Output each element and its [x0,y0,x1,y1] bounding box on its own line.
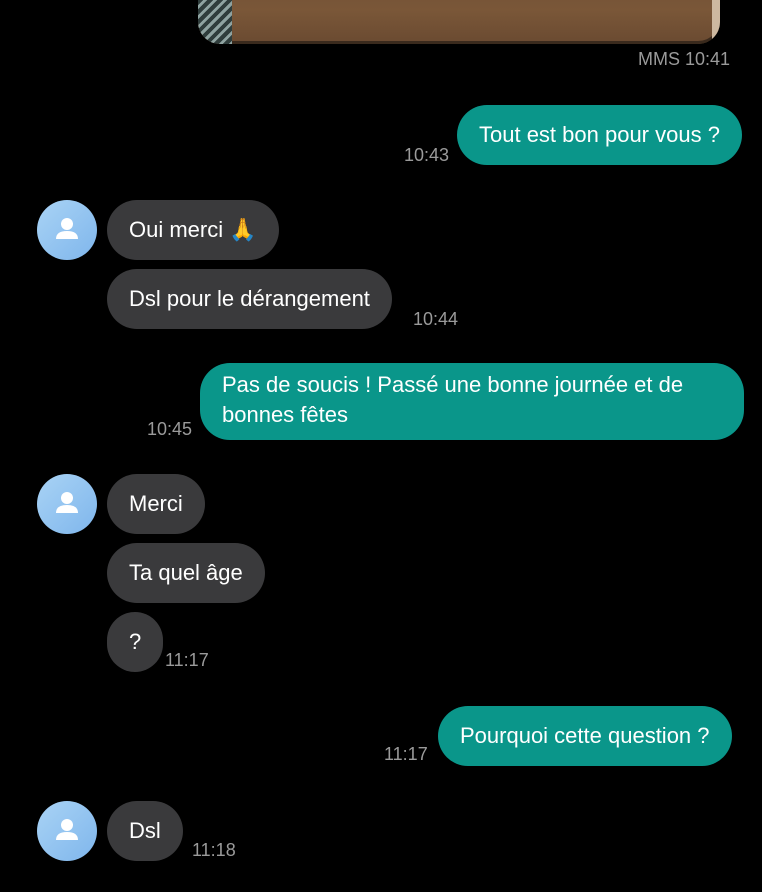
message-bubble-incoming[interactable]: Dsl [107,801,183,861]
contact-avatar[interactable] [37,474,97,534]
image-edge [712,0,720,44]
message-bubble-incoming[interactable]: Oui merci 🙏 [107,200,279,260]
message-time: 11:18 [192,840,236,860]
message-bubble-outgoing[interactable]: Pas de soucis ! Passé une bonne journée … [200,363,744,440]
person-icon [56,819,78,840]
message-bubble-incoming[interactable]: ? [107,612,164,672]
person-icon [56,492,78,513]
contact-avatar[interactable] [37,801,97,861]
person-icon [56,218,78,239]
message-bubble-incoming[interactable]: Ta quel âge [107,543,265,603]
message-time: 11:17 [165,650,209,670]
message-time: 10:45 [147,419,193,439]
mms-image-preview[interactable] [198,0,720,44]
contact-avatar[interactable] [37,200,97,260]
message-time: 10:43 [404,145,450,165]
message-bubble-incoming[interactable]: Dsl pour le dérangement [107,269,392,329]
image-pattern [198,0,232,44]
message-bubble-outgoing[interactable]: Tout est bon pour vous ? [457,105,742,165]
message-bubble-outgoing[interactable]: Pourquoi cette question ? [438,706,732,766]
message-bubble-incoming[interactable]: Merci [107,474,205,534]
message-time: 10:44 [413,309,459,329]
mms-timestamp: MMS 10:41 [638,49,731,69]
message-time: 11:17 [384,744,428,764]
